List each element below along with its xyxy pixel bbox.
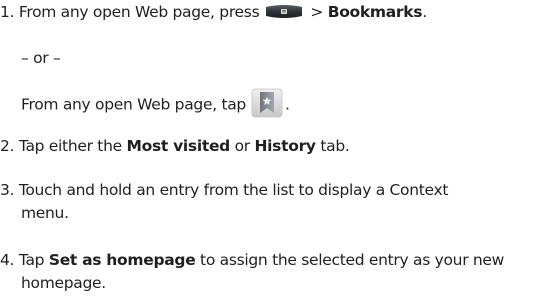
step-3-cont: menu. bbox=[21, 203, 69, 223]
step-4: 4. Tap Set as homepage to assign the sel… bbox=[0, 250, 504, 270]
step-3-text: Touch and hold an entry from the list to… bbox=[18, 181, 449, 199]
step-2-tail: tab. bbox=[320, 137, 350, 155]
step-1: 1. From any open Web page, press > Bookm… bbox=[0, 2, 427, 22]
step-1-number: 1. bbox=[0, 3, 15, 21]
step-4-tail: to assign the selected entry as your new bbox=[200, 251, 505, 269]
step-2-text: Tap either the bbox=[18, 137, 122, 155]
step-4-number: 4. bbox=[0, 251, 15, 269]
step-1-arrow: > bbox=[310, 3, 324, 21]
menu-key-icon bbox=[266, 5, 303, 18]
step-2-or: or bbox=[234, 137, 251, 155]
step-3: 3. Touch and hold an entry from the list… bbox=[0, 180, 448, 200]
step-2-number: 2. bbox=[0, 137, 15, 155]
step-3-text-cont: menu. bbox=[21, 204, 69, 222]
step-3-number: 3. bbox=[0, 181, 15, 199]
step-1-or: – or – bbox=[21, 48, 61, 68]
step-4-text-cont: homepage. bbox=[21, 274, 106, 292]
set-as-homepage-label: Set as homepage bbox=[48, 251, 196, 269]
step-1-alt-period: . bbox=[284, 95, 290, 114]
most-visited-label: Most visited bbox=[126, 137, 230, 155]
instruction-document: 1. From any open Web page, press > Bookm… bbox=[0, 0, 549, 299]
step-4-text: Tap bbox=[18, 251, 45, 269]
bookmarks-label: Bookmarks bbox=[327, 3, 423, 21]
step-1-alt: From any open Web page, tap . bbox=[21, 88, 290, 120]
or-text: – or – bbox=[21, 49, 61, 67]
step-1-text: From any open Web page, press bbox=[18, 3, 260, 21]
step-2: 2. Tap either the Most visited or Histor… bbox=[0, 136, 350, 156]
step-4-cont: homepage. bbox=[21, 273, 106, 293]
step-1-period: . bbox=[422, 3, 427, 21]
bookmark-icon bbox=[251, 88, 283, 118]
step-1-alt-text: From any open Web page, tap bbox=[21, 95, 246, 114]
history-label: History bbox=[254, 137, 317, 155]
